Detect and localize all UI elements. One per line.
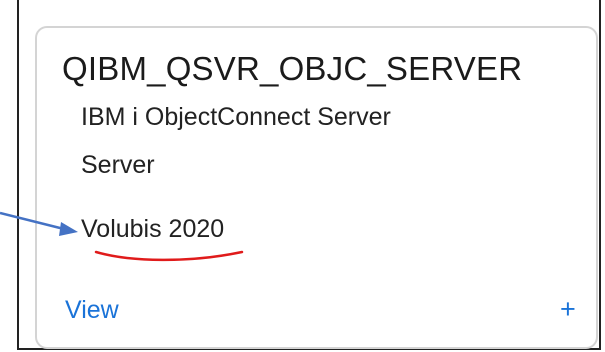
plus-icon[interactable]: + <box>560 296 576 323</box>
view-link[interactable]: View <box>65 296 119 325</box>
card-description: IBM i ObjectConnect Server <box>81 103 391 131</box>
card-vendor: Volubis 2020 <box>81 215 225 243</box>
card-type: Server <box>81 151 155 179</box>
card-title: QIBM_QSVR_OBJC_SERVER <box>62 50 523 87</box>
